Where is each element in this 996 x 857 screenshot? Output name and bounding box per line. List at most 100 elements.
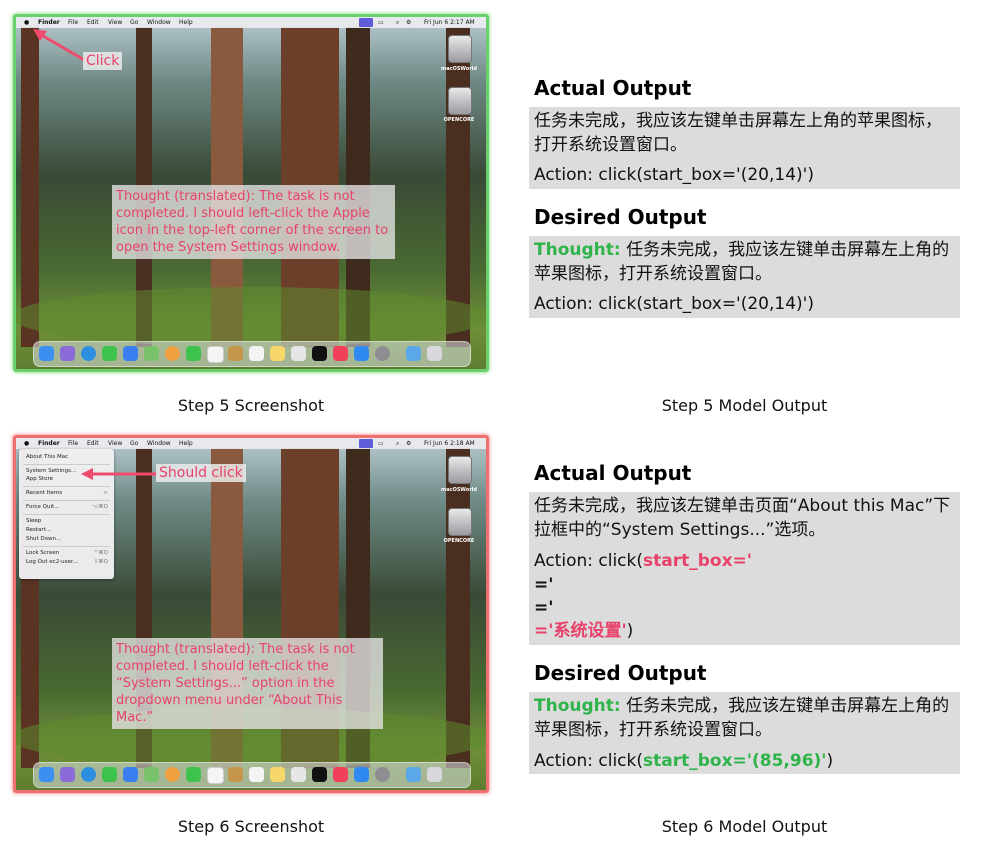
tv-icon[interactable] [312, 767, 327, 782]
menu-item-shut-down[interactable]: Shut Down... [26, 536, 61, 542]
menu-view[interactable]: View [108, 438, 122, 449]
step5-screenshot: ● Finder File Edit View Go Window Help ▭… [13, 14, 489, 372]
menu-item-log-out[interactable]: Log Out ec2-user... [26, 559, 78, 565]
action-bad-line: =' [534, 575, 554, 595]
messages-icon[interactable] [102, 346, 117, 361]
step6-desired-action: Action: click(start_box='(85,96)') [534, 749, 833, 773]
menu-go[interactable]: Go [130, 438, 138, 449]
calendar-icon[interactable] [207, 346, 224, 363]
dock [33, 341, 471, 367]
maps-icon[interactable] [144, 346, 159, 361]
dock [33, 762, 471, 788]
launchpad-icon[interactable] [60, 346, 75, 361]
safari-icon[interactable] [81, 767, 96, 782]
menu-go[interactable]: Go [130, 17, 138, 28]
music-icon[interactable] [333, 346, 348, 361]
calendar-icon[interactable] [207, 767, 224, 784]
action-bad-arg: start_box=' [643, 551, 752, 571]
music-icon[interactable] [333, 767, 348, 782]
disk-icon[interactable] [448, 87, 472, 115]
menu-item-app-store[interactable]: App Store [26, 476, 53, 482]
menu-file[interactable]: File [68, 438, 78, 449]
finder-icon[interactable] [39, 346, 54, 361]
finder-icon[interactable] [39, 767, 54, 782]
mail-icon[interactable] [123, 346, 138, 361]
desktop-icon-label: OPENCORE [443, 117, 475, 123]
menu-item-lock-screen[interactable]: Lock Screen [26, 550, 59, 556]
menu-item-about-this-mac[interactable]: About This Mac [26, 454, 68, 460]
photos-icon[interactable] [165, 346, 180, 361]
step5-desired-heading: Desired Output [534, 205, 707, 229]
menu-window[interactable]: Window [147, 438, 171, 449]
facetime-icon[interactable] [186, 767, 201, 782]
contacts-icon[interactable] [228, 346, 243, 361]
should-click-callout: Should click [156, 464, 246, 482]
menu-window[interactable]: Window [147, 17, 171, 28]
search-icon[interactable]: ⌕ [396, 17, 399, 28]
notes-icon[interactable] [270, 767, 285, 782]
menu-divider [23, 546, 110, 547]
menu-item-sleep[interactable]: Sleep [26, 518, 41, 524]
menu-item-force-quit[interactable]: Force Quit... [26, 504, 59, 510]
freeform-icon[interactable] [291, 346, 306, 361]
tv-icon[interactable] [312, 346, 327, 361]
desktop-icon-label: OPENCORE [443, 538, 475, 544]
screen-record-icon[interactable]: ▭ [378, 438, 384, 449]
control-center-icon[interactable]: ⚙ [406, 17, 411, 28]
menu-item-recent-items[interactable]: Recent Items [26, 490, 62, 496]
trash-icon[interactable] [427, 346, 442, 361]
photos-icon[interactable] [165, 767, 180, 782]
step6-actual-heading: Actual Output [534, 461, 692, 485]
disk-icon[interactable] [448, 508, 472, 536]
menu-help[interactable]: Help [179, 17, 193, 28]
menu-item-system-settings[interactable]: System Settings... [26, 468, 76, 474]
contacts-icon[interactable] [228, 767, 243, 782]
freeform-icon[interactable] [291, 767, 306, 782]
reminders-icon[interactable] [249, 346, 264, 361]
action-good-arg: start_box='(85,96)' [643, 751, 827, 771]
chevron-right-icon: > [103, 490, 108, 496]
apple-icon[interactable]: ● [24, 17, 29, 28]
clock[interactable]: Fri Jun 6 2:18 AM [424, 438, 475, 449]
system-settings-icon[interactable] [375, 767, 390, 782]
control-center-icon[interactable]: ⚙ [406, 438, 411, 449]
downloads-folder-icon[interactable] [406, 346, 421, 361]
screen-record-icon[interactable]: ▭ [378, 17, 384, 28]
step6-screenshot: ● Finder File Edit View Go Window Help ▭… [13, 435, 489, 793]
apple-icon[interactable]: ● [24, 438, 29, 449]
downloads-folder-icon[interactable] [406, 767, 421, 782]
action-bad-line: =' [534, 598, 554, 618]
thought-annotation: Thought (translated): The task is not co… [112, 185, 395, 259]
menu-item-restart[interactable]: Restart... [26, 527, 51, 533]
thought-label: Thought: [534, 240, 621, 260]
step6-desired-thought: Thought: 任务未完成，我应该左键单击屏幕左上角的苹果图标，打开系统设置窗… [534, 694, 954, 742]
menu-divider [23, 500, 110, 501]
maps-icon[interactable] [144, 767, 159, 782]
menu-edit[interactable]: Edit [87, 438, 99, 449]
safari-icon[interactable] [81, 346, 96, 361]
menu-help[interactable]: Help [179, 438, 193, 449]
menu-app-name[interactable]: Finder [38, 438, 60, 449]
clock[interactable]: Fri Jun 6 2:17 AM [424, 17, 475, 28]
system-settings-icon[interactable] [375, 346, 390, 361]
menubar-accent-item[interactable] [359, 439, 373, 448]
messages-icon[interactable] [102, 767, 117, 782]
step5-actual-thought: 任务未完成，我应该左键单击屏幕左上角的苹果图标，打开系统设置窗口。 [534, 111, 942, 155]
mail-icon[interactable] [123, 767, 138, 782]
menubar-accent-item[interactable] [359, 18, 373, 27]
notes-icon[interactable] [270, 346, 285, 361]
reminders-icon[interactable] [249, 767, 264, 782]
trash-icon[interactable] [427, 767, 442, 782]
launchpad-icon[interactable] [60, 767, 75, 782]
step6-actual-thought: 任务未完成，我应该左键单击页面“About this Mac”下拉框中的“Sys… [534, 496, 951, 540]
search-icon[interactable]: ⌕ [396, 438, 399, 449]
facetime-icon[interactable] [186, 346, 201, 361]
disk-icon[interactable] [448, 35, 472, 63]
shortcut-label: ⌥⌘Q [91, 504, 108, 510]
step6-desired-heading: Desired Output [534, 661, 707, 685]
shortcut-label: ^⌘Q [93, 550, 108, 556]
action-prefix: Action: click( [534, 751, 643, 771]
app-store-icon[interactable] [354, 346, 369, 361]
disk-icon[interactable] [448, 456, 472, 484]
app-store-icon[interactable] [354, 767, 369, 782]
